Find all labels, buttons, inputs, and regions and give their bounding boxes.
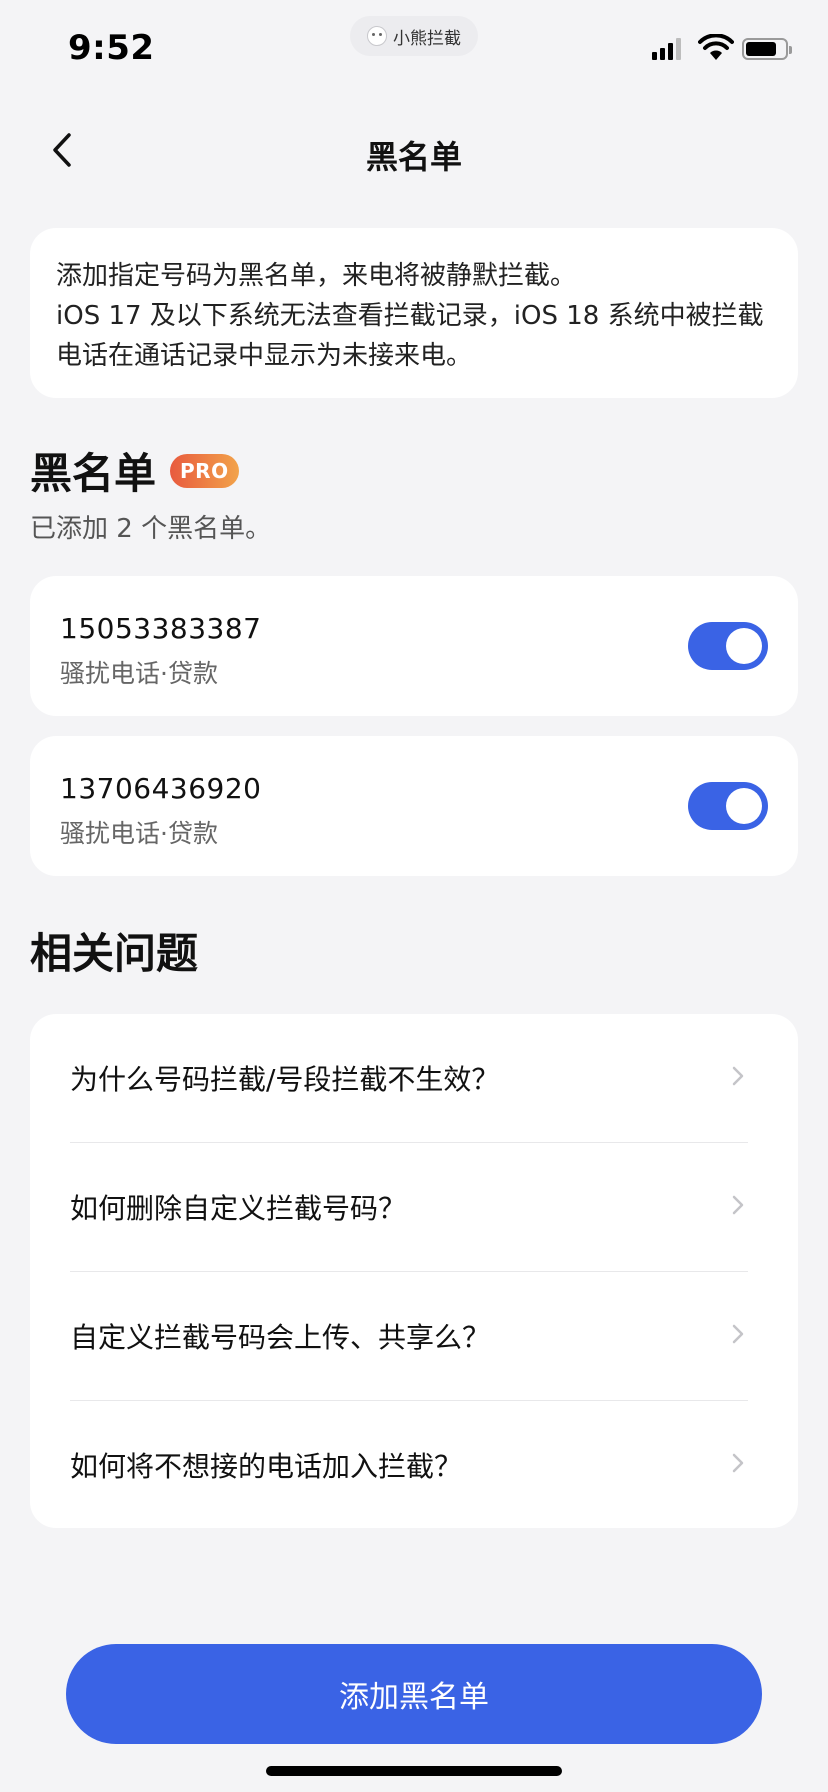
blacklist-item: 15053383387 骚扰电话·贷款 bbox=[30, 576, 798, 716]
blacklist-number: 15053383387 bbox=[60, 612, 262, 645]
chevron-right-icon bbox=[732, 1195, 744, 1215]
blacklist-item: 13706436920 骚扰电话·贷款 bbox=[30, 736, 798, 876]
info-text-line-2: iOS 17 及以下系统无法查看拦截记录，iOS 18 系统中被拦截电话在通话记… bbox=[56, 301, 764, 371]
faq-item[interactable]: 如何删除自定义拦截号码？ bbox=[70, 1143, 788, 1272]
bear-icon bbox=[367, 26, 387, 46]
info-card: 添加指定号码为黑名单，来电将被静默拦截。 iOS 17 及以下系统无法查看拦截记… bbox=[30, 228, 798, 398]
app-indicator-pill: 小熊拦截 bbox=[350, 16, 478, 56]
app-name: 小熊拦截 bbox=[393, 28, 461, 49]
chevron-right-icon bbox=[732, 1066, 744, 1086]
faq-card: 为什么号码拦截/号段拦截不生效？ 如何删除自定义拦截号码？ 自定义拦截号码会上传… bbox=[30, 1014, 798, 1528]
cellular-signal-icon bbox=[652, 38, 681, 60]
home-indicator bbox=[266, 1766, 562, 1776]
blacklist-tag: 骚扰电话·贷款 bbox=[60, 659, 218, 688]
blacklist-number: 13706436920 bbox=[60, 772, 262, 805]
faq-question: 自定义拦截号码会上传、共享么？ bbox=[70, 1321, 491, 1354]
blacklist-heading: 黑名单 bbox=[30, 449, 157, 498]
faq-question: 如何删除自定义拦截号码？ bbox=[70, 1192, 407, 1225]
wifi-icon bbox=[698, 34, 734, 60]
blacklist-count: 已添加 2 个黑名单。 bbox=[30, 514, 272, 544]
navigation-bar: 黑名单 bbox=[0, 110, 828, 190]
chevron-right-icon bbox=[732, 1453, 744, 1473]
faq-question: 如何将不想接的电话加入拦截？ bbox=[70, 1450, 463, 1483]
faq-question: 为什么号码拦截/号段拦截不生效？ bbox=[70, 1063, 500, 1096]
blacklist-tag: 骚扰电话·贷款 bbox=[60, 819, 218, 848]
toggle-knob bbox=[726, 788, 762, 824]
pro-badge: PRO bbox=[170, 453, 239, 488]
faq-item[interactable]: 如何将不想接的电话加入拦截？ bbox=[70, 1401, 788, 1530]
faq-heading: 相关问题 bbox=[30, 929, 199, 978]
info-text-line-1: 添加指定号码为黑名单，来电将被静默拦截。 bbox=[56, 261, 577, 291]
blacklist-toggle[interactable] bbox=[688, 782, 768, 830]
battery-icon bbox=[742, 38, 792, 60]
faq-item[interactable]: 为什么号码拦截/号段拦截不生效？ bbox=[70, 1014, 788, 1143]
chevron-right-icon bbox=[732, 1324, 744, 1344]
status-bar: 9:52 小熊拦截 bbox=[0, 0, 828, 100]
blacklist-toggle[interactable] bbox=[688, 622, 768, 670]
blacklist-section-header: 黑名单 PRO bbox=[30, 440, 239, 501]
add-blacklist-button[interactable]: 添加黑名单 bbox=[66, 1644, 762, 1744]
toggle-knob bbox=[726, 628, 762, 664]
faq-item[interactable]: 自定义拦截号码会上传、共享么？ bbox=[70, 1272, 788, 1401]
page-title: 黑名单 bbox=[365, 138, 462, 176]
status-time: 9:52 bbox=[68, 28, 155, 68]
